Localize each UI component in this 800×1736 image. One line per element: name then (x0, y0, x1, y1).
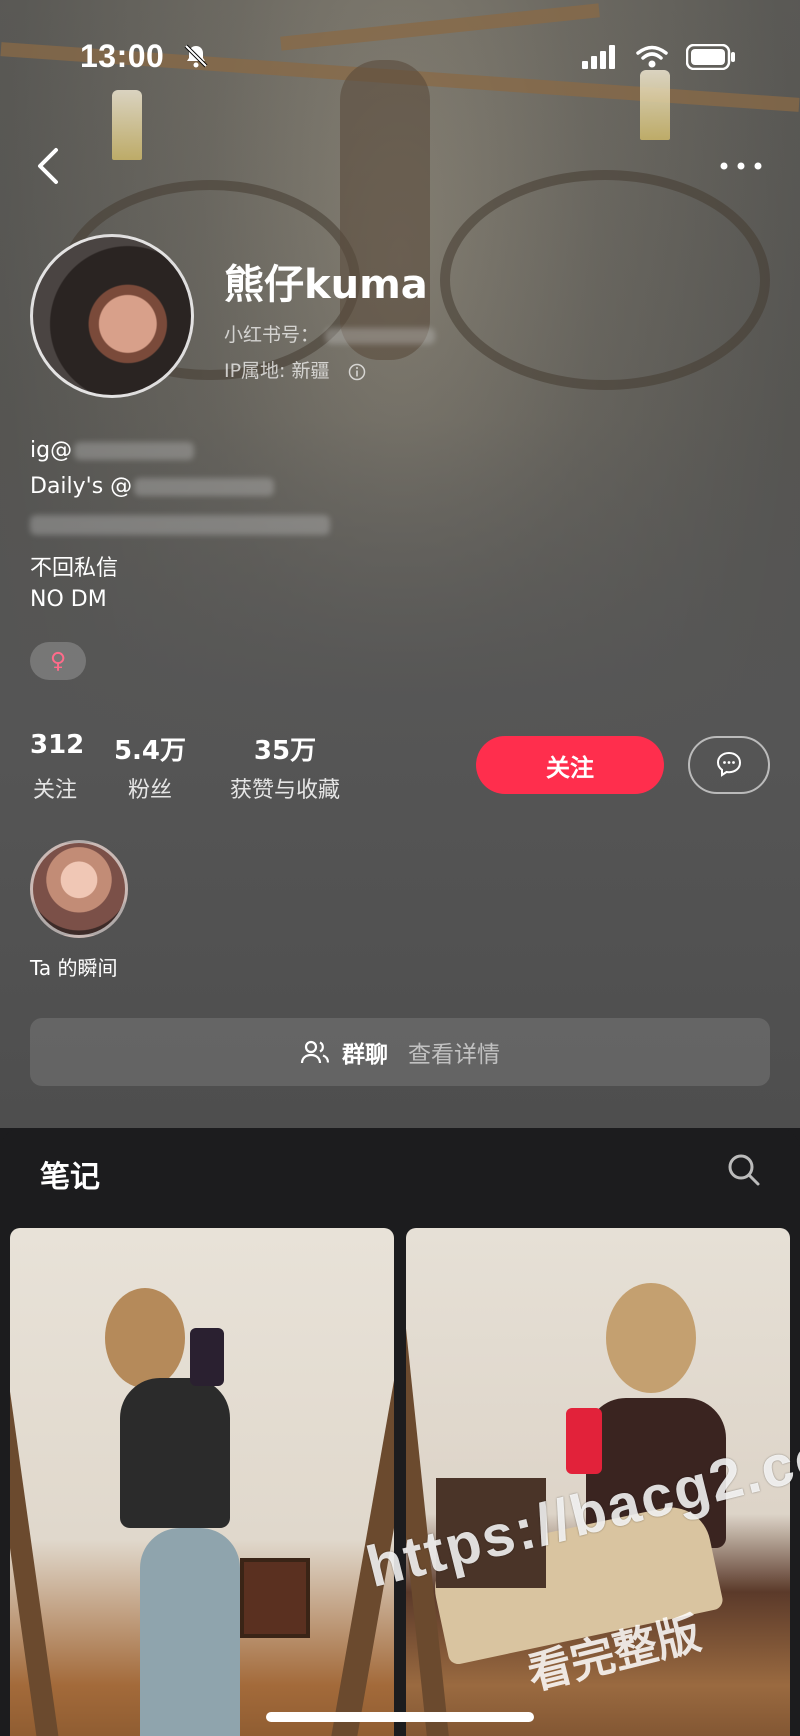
redacted-text (30, 515, 330, 535)
phone-in-photo (566, 1408, 602, 1474)
bio-line: Daily's @ (30, 474, 275, 499)
photo-person (140, 1528, 240, 1736)
mute-bell-icon (184, 44, 208, 68)
gender-badge: ♀ (30, 642, 86, 680)
following-label[interactable]: 关注 (30, 772, 80, 804)
likes-label[interactable]: 获赞与收藏 (222, 772, 348, 804)
picture-frame (240, 1558, 310, 1638)
bio-line: NO DM (30, 587, 107, 612)
photo-person (120, 1378, 230, 1528)
mirror-frame (329, 1308, 394, 1736)
battery-icon (686, 44, 735, 70)
home-indicator[interactable] (266, 1712, 534, 1722)
profile-ip-row: IP属地: 新疆 (224, 356, 366, 383)
chat-bubble-icon (716, 751, 742, 777)
phone-in-photo (190, 1328, 224, 1386)
follow-button[interactable]: 关注 (476, 736, 664, 794)
likes-count[interactable]: 35万 (222, 730, 348, 767)
tab-notes[interactable]: 笔记 (40, 1152, 100, 1196)
note-card[interactable] (10, 1228, 394, 1736)
followers-count[interactable]: 5.4万 (112, 730, 188, 767)
back-arrow-icon[interactable] (34, 146, 62, 186)
profile-avatar[interactable] (30, 234, 194, 398)
search-icon[interactable] (724, 1150, 764, 1190)
moments-label[interactable]: Ta 的瞬间 (30, 952, 118, 981)
message-button[interactable] (688, 736, 770, 794)
redacted-text (134, 478, 275, 496)
wifi-icon (636, 45, 668, 68)
bio-line: ig@ (30, 438, 195, 463)
followers-label[interactable]: 粉丝 (112, 772, 188, 804)
photo-person (105, 1288, 185, 1388)
clock: 13:00 (80, 38, 165, 74)
redacted-text (74, 442, 195, 460)
profile-header-background (0, 0, 800, 1128)
signal-icon (582, 45, 615, 69)
photo-person (606, 1283, 696, 1393)
chandelier-arm (440, 170, 770, 390)
info-icon[interactable] (348, 363, 366, 381)
statue (340, 60, 430, 360)
more-options-icon[interactable] (718, 154, 764, 178)
following-count[interactable]: 312 (30, 730, 84, 760)
profile-name: 熊仔kuma (224, 262, 428, 308)
group-chat-title: 群聊 (342, 1042, 388, 1068)
group-chat-bar[interactable]: 群聊 查看详情 (30, 1018, 770, 1086)
candle (112, 90, 142, 160)
bio-line: 不回私信 (30, 556, 119, 581)
group-chat-subtitle: 查看详情 (408, 1042, 500, 1068)
redacted-id (325, 327, 436, 344)
profile-ip-label: IP属地: 新疆 (224, 360, 330, 382)
profile-id-label: 小红书号： (224, 324, 320, 346)
moments-avatar[interactable] (30, 840, 128, 938)
status-bar: 13:00 (0, 28, 800, 88)
group-people-icon (300, 1040, 330, 1064)
bio-line-redacted (30, 512, 330, 537)
profile-id-row: 小红书号： (224, 320, 436, 347)
mirror-frame (10, 1348, 61, 1736)
